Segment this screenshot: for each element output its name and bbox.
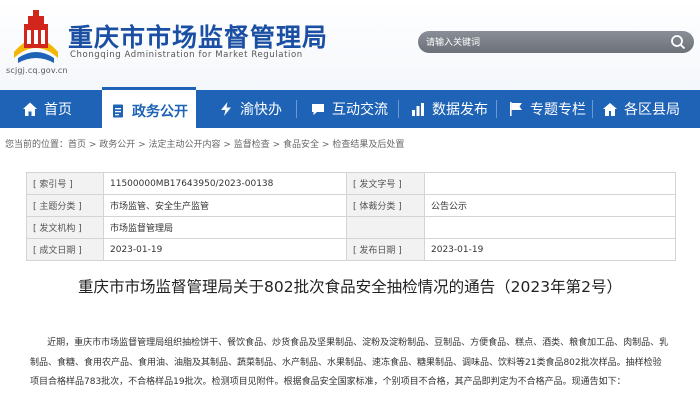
doc-number-value	[424, 172, 676, 195]
nav-divider	[296, 100, 297, 118]
document-body: 近期，重庆市市场监督管理局组织抽检饼干、餐饮食品、炒货食品及坚果制品、淀粉及淀粉…	[30, 334, 670, 393]
flag-icon	[510, 102, 522, 116]
publish-date-label: [ 发布日期 ]	[346, 238, 425, 261]
nav-home[interactable]: 首页	[22, 90, 72, 128]
site-domain: scjgj.cq.gov.cn	[6, 66, 68, 75]
publish-date-value: 2023-01-19	[424, 238, 676, 261]
search-input[interactable]: 请输入关键词	[426, 35, 480, 48]
issuer-label: [ 发文机构 ]	[26, 216, 104, 239]
document-title: 重庆市市场监督管理局关于802批次食品安全抽检情况的通告（2023年第2号）	[78, 278, 622, 296]
table-row: [ 主题分类 ] 市场监管、安全生产监管 [ 体裁分类 ] 公告公示	[26, 194, 676, 217]
genre-label: [ 体裁分类 ]	[346, 194, 425, 217]
nav-label: 首页	[44, 102, 72, 118]
table-row: [ 发文机构 ] 市场监督管理局	[26, 216, 676, 239]
table-row: [ 索引号 ] 11500000MB17643950/2023-00138 [ …	[26, 172, 676, 195]
search-box[interactable]: 请输入关键词	[418, 31, 694, 53]
nav-label: 各区县局	[624, 102, 680, 118]
nav-district-bureaus[interactable]: 各区县局	[602, 90, 680, 128]
index-number-label: [ 索引号 ]	[26, 172, 104, 195]
site-subtitle: Chongqing Administration for Market Regu…	[70, 50, 303, 60]
nav-divider	[592, 100, 593, 118]
empty-value	[424, 216, 676, 239]
table-row: [ 成文日期 ] 2023-01-19 [ 发布日期 ] 2023-01-19	[26, 238, 676, 261]
document-body-text: 近期，重庆市市场监督管理局组织抽检饼干、餐饮食品、炒货食品及坚果制品、淀粉及淀粉…	[30, 338, 669, 387]
index-number-value: 11500000MB17643950/2023-00138	[103, 172, 347, 195]
nav-special-column[interactable]: 专题专栏	[508, 90, 586, 128]
nav-label: 互动交流	[332, 102, 388, 118]
empty-label	[346, 216, 425, 239]
document-info-table: [ 索引号 ] 11500000MB17643950/2023-00138 [ …	[26, 172, 676, 261]
search-icon[interactable]	[670, 34, 686, 50]
chart-icon	[412, 103, 424, 116]
written-date-label: [ 成文日期 ]	[26, 238, 104, 261]
nav-divider	[398, 100, 399, 118]
chat-icon	[312, 104, 324, 115]
topic-value: 市场监管、安全生产监管	[103, 194, 347, 217]
nav-yukuaiban[interactable]: 渝快办	[218, 90, 282, 128]
breadcrumb[interactable]: 您当前的位置：首页 > 政务公开 > 法定主动公开内容 > 监督检查 > 食品安…	[5, 137, 404, 150]
main-nav: 首页 政务公开 渝快办 互动交流 数据发布 专题专栏 各区县局	[0, 87, 700, 131]
lightning-icon	[221, 102, 231, 116]
building-icon	[603, 103, 617, 116]
document-icon	[113, 104, 123, 117]
city-landmark-logo-icon[interactable]	[8, 8, 64, 66]
site-header: scjgj.cq.gov.cn 重庆市市场监督管理局 Chongqing Adm…	[0, 0, 700, 90]
issuer-value: 市场监督管理局	[103, 216, 347, 239]
home-icon	[23, 102, 37, 116]
site-title[interactable]: 重庆市市场监督管理局	[68, 18, 328, 54]
written-date-value: 2023-01-19	[103, 238, 347, 261]
nav-interaction[interactable]: 互动交流	[310, 90, 388, 128]
nav-data-release[interactable]: 数据发布	[410, 90, 488, 128]
nav-gov-affairs[interactable]: 政务公开	[102, 87, 196, 131]
topic-label: [ 主题分类 ]	[26, 194, 104, 217]
nav-label: 渝快办	[240, 102, 282, 118]
nav-label: 专题专栏	[530, 102, 586, 118]
genre-value: 公告公示	[424, 194, 676, 217]
doc-number-label: [ 发文字号 ]	[346, 172, 425, 195]
nav-label: 数据发布	[432, 102, 488, 118]
nav-divider	[496, 100, 497, 118]
nav-label: 政务公开	[132, 103, 188, 120]
